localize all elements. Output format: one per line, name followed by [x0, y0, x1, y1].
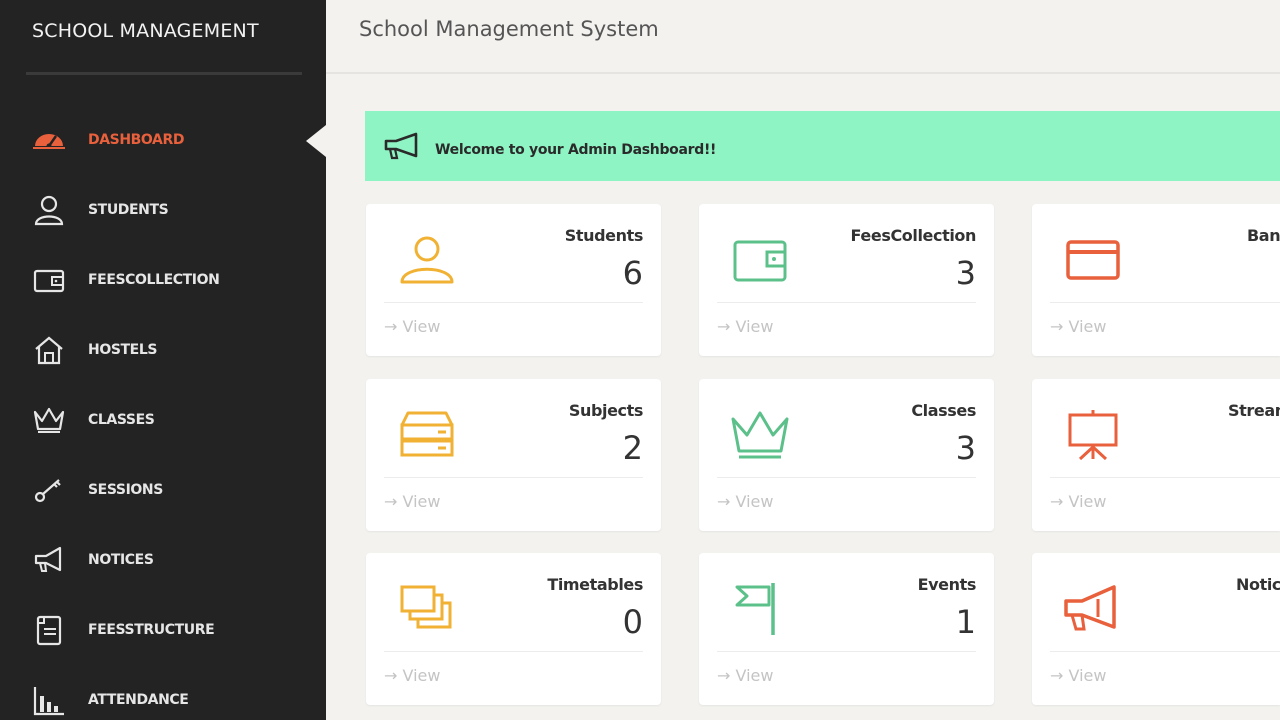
card-title: Subjects	[568, 401, 644, 420]
brand-divider	[26, 72, 302, 75]
card-divider	[717, 651, 976, 652]
sidebar-item-label: DASHBOARD	[88, 132, 185, 148]
sidebar-item-label: HOSTELS	[88, 342, 158, 358]
view-link[interactable]: → View	[717, 317, 773, 336]
flag-icon	[729, 581, 791, 637]
sidebar-item-students[interactable]: STUDENTS	[0, 175, 326, 245]
card-divider	[1050, 302, 1280, 303]
view-link[interactable]: → View	[1050, 317, 1106, 336]
card-timetables: Timetables 0 → View	[366, 553, 661, 705]
sidebar-nav: DASHBOARD STUDENTS FEESCOLLECTION HOSTEL…	[0, 105, 326, 720]
bar-chart-icon	[32, 684, 70, 716]
card-classes: Classes 3 → View	[699, 379, 994, 531]
sidebar-item-label: CLASSES	[88, 412, 155, 428]
sidebar-item-feescollection[interactable]: FEESCOLLECTION	[0, 245, 326, 315]
welcome-message: Welcome to your Admin Dashboard!!	[435, 142, 717, 158]
card-title: Banks	[1247, 226, 1280, 245]
welcome-banner: Welcome to your Admin Dashboard!!	[365, 111, 1280, 181]
card-title: Classes	[911, 401, 976, 420]
card-banks: Banks → View	[1032, 204, 1280, 356]
sidebar-item-feesstructure[interactable]: FEESSTRUCTURE	[0, 595, 326, 665]
user-icon	[396, 232, 458, 288]
megaphone-icon	[1062, 581, 1124, 637]
card-divider	[1050, 651, 1280, 652]
view-link[interactable]: → View	[717, 492, 773, 511]
megaphone-icon	[384, 132, 418, 160]
view-link[interactable]: → View	[717, 666, 773, 685]
card-title: Streams	[1228, 401, 1280, 420]
server-icon	[396, 407, 458, 463]
view-link[interactable]: → View	[384, 317, 440, 336]
sidebar-item-label: NOTICES	[88, 552, 154, 568]
card-subjects: Subjects 2 → View	[366, 379, 661, 531]
card-title: Events	[917, 575, 977, 594]
sidebar-item-hostels[interactable]: HOSTELS	[0, 315, 326, 385]
card-students: Students 6 → View	[366, 204, 661, 356]
user-icon	[32, 194, 70, 226]
sidebar-item-label: ATTENDANCE	[88, 692, 189, 708]
easel-icon	[1062, 407, 1124, 463]
card-divider	[384, 302, 643, 303]
dashboard-icon	[32, 124, 70, 156]
copy-icon	[396, 581, 458, 637]
card-title: Students	[564, 226, 644, 245]
view-link-label: View	[735, 666, 774, 685]
wallet-icon	[729, 232, 791, 288]
key-icon	[32, 474, 70, 506]
view-link-label: View	[402, 492, 441, 511]
card-divider	[384, 651, 643, 652]
card-divider	[384, 477, 643, 478]
view-link-label: View	[402, 666, 441, 685]
top-header: School Management System	[326, 0, 1280, 74]
card-count: 1	[955, 603, 976, 641]
view-link-label: View	[735, 317, 774, 336]
view-link-label: View	[735, 492, 774, 511]
card-events: Events 1 → View	[699, 553, 994, 705]
card-count: 3	[955, 254, 976, 292]
sidebar-item-classes[interactable]: CLASSES	[0, 385, 326, 455]
view-link-label: View	[1068, 666, 1107, 685]
sidebar: SCHOOL MANAGEMENT DASHBOARD STUDENTS FEE…	[0, 0, 326, 720]
card-divider	[1050, 477, 1280, 478]
card-title: FeesCollection	[850, 226, 977, 245]
card-count: 3	[955, 429, 976, 467]
credit-card-icon	[1062, 232, 1124, 288]
view-link[interactable]: → View	[384, 492, 440, 511]
sidebar-item-label: FEESCOLLECTION	[88, 272, 220, 288]
crown-icon	[32, 404, 70, 436]
card-divider	[717, 302, 976, 303]
wallet-icon	[32, 264, 70, 296]
sidebar-item-dashboard[interactable]: DASHBOARD	[0, 105, 326, 175]
card-count: 0	[622, 603, 643, 641]
document-icon	[32, 614, 70, 646]
active-indicator	[306, 125, 326, 157]
card-count: 2	[622, 429, 643, 467]
view-link-label: View	[402, 317, 441, 336]
card-title: Timetables	[547, 575, 643, 594]
sidebar-item-label: SESSIONS	[88, 482, 163, 498]
view-link-label: View	[1068, 317, 1107, 336]
sidebar-item-attendance[interactable]: ATTENDANCE	[0, 665, 326, 720]
page-title: School Management System	[359, 17, 659, 41]
card-divider	[717, 477, 976, 478]
view-link[interactable]: → View	[384, 666, 440, 685]
crown-icon	[729, 407, 791, 463]
view-link[interactable]: → View	[1050, 492, 1106, 511]
view-link-label: View	[1068, 492, 1107, 511]
card-title: Notices	[1236, 575, 1280, 594]
home-icon	[32, 334, 70, 366]
sidebar-item-notices[interactable]: NOTICES	[0, 525, 326, 595]
sidebar-item-sessions[interactable]: SESSIONS	[0, 455, 326, 525]
card-feescollection: FeesCollection 3 → View	[699, 204, 994, 356]
view-link[interactable]: → View	[1050, 666, 1106, 685]
megaphone-icon	[32, 544, 70, 576]
sidebar-item-label: STUDENTS	[88, 202, 169, 218]
card-count: 6	[622, 254, 643, 292]
sidebar-item-label: FEESSTRUCTURE	[88, 622, 215, 638]
brand-title[interactable]: SCHOOL MANAGEMENT	[32, 20, 259, 42]
card-streams: Streams → View	[1032, 379, 1280, 531]
card-notices: Notices → View	[1032, 553, 1280, 705]
